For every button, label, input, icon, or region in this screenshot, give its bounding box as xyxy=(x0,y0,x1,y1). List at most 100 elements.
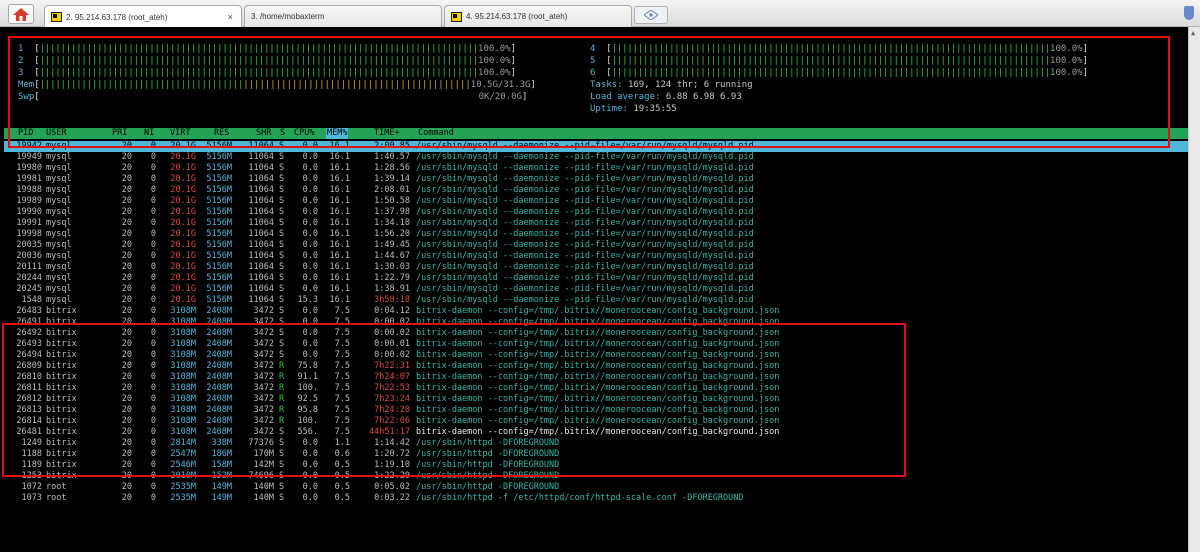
cell-mem: 16.1 xyxy=(329,262,350,272)
cell-user: mysql xyxy=(46,207,72,217)
cell-ni: 0 xyxy=(150,262,156,272)
cell-user: mysql xyxy=(46,229,72,239)
close-icon[interactable]: × xyxy=(228,12,233,22)
cell-virt: 3108M xyxy=(170,306,196,316)
cell-pid: 19988 xyxy=(16,185,42,195)
table-row[interactable]: 20244 mysql 20 0 20.1G 5156M 11064 S 0.0 16.1 1:22… xyxy=(4,273,1188,284)
cell-cmd: /usr/sbin/mysqld --daemonize --pid-file=… xyxy=(416,229,754,239)
cell-cpu: 0.0 xyxy=(302,262,318,272)
cell-ni: 0 xyxy=(150,229,156,239)
cell-cmd: /usr/sbin/mysqld --daemonize --pid-file=… xyxy=(416,262,754,272)
cell-cpu: 0.0 xyxy=(302,174,318,184)
table-row[interactable]: 20036 mysql 20 0 20.1G 5156M 11064 S 0.0 16.1 1:44… xyxy=(4,251,1188,262)
cell-s: S xyxy=(279,163,285,173)
cell-ni: 0 xyxy=(150,306,156,316)
cell-shr: 11064 xyxy=(248,185,274,195)
cell-pid: 1073 xyxy=(21,493,42,503)
cell-pri: 20 xyxy=(121,273,132,283)
new-tab-button[interactable] xyxy=(634,6,668,24)
cell-virt: 20.1G xyxy=(170,174,196,184)
cell-user: mysql xyxy=(46,174,72,184)
cell-time: 1:40.57 xyxy=(374,152,410,162)
cell-time: 1:30.03 xyxy=(374,262,410,272)
cell-cmd: /usr/sbin/mysqld --daemonize --pid-file=… xyxy=(416,185,754,195)
cell-pri: 20 xyxy=(121,284,132,294)
terminal-scrollbar[interactable]: ▲ xyxy=(1188,27,1200,552)
table-row[interactable]: 20111 mysql 20 0 20.1G 5156M 11064 S 0.0 16.1 1:30… xyxy=(4,262,1188,273)
cell-pid: 19949 xyxy=(16,152,42,162)
scroll-up-icon[interactable]: ▲ xyxy=(1191,29,1195,37)
table-row[interactable]: 19990 mysql 20 0 20.1G 5156M 11064 S 0.0 16.1 1:37… xyxy=(4,207,1188,218)
cell-virt: 20.1G xyxy=(170,218,196,228)
cell-mem: 16.1 xyxy=(329,218,350,228)
cell-s: S xyxy=(279,174,285,184)
pin-icon[interactable] xyxy=(1184,6,1194,20)
table-row[interactable]: 1072 root 20 0 2535M 149M 140M S 0.0 0.5 0:05.02/u… xyxy=(4,482,1188,493)
table-row[interactable]: 1548 mysql 20 0 20.1G 5156M 11064 S 15.3 16.1 3h58… xyxy=(4,295,1188,306)
cell-cmd: /usr/sbin/mysqld --daemonize --pid-file=… xyxy=(416,174,754,184)
cell-shr: 11064 xyxy=(248,251,274,261)
cell-time: 1:56.20 xyxy=(374,229,410,239)
table-row[interactable]: 1073 root 20 0 2535M 149M 140M S 0.0 0.5 0:03.22/u… xyxy=(4,493,1188,504)
cell-shr: 11064 xyxy=(248,229,274,239)
cell-res: 5156M xyxy=(206,295,232,305)
cell-ni: 0 xyxy=(150,251,156,261)
tab-session-4[interactable]: 4. 95.214.63.178 (root_ateh) xyxy=(444,5,632,27)
table-row[interactable]: 19988 mysql 20 0 20.1G 5156M 11064 S 0.0 16.1 2:08… xyxy=(4,185,1188,196)
cell-mem: 16.1 xyxy=(329,196,350,206)
cell-res: 5156M xyxy=(206,262,232,272)
cell-user: mysql xyxy=(46,240,72,250)
cell-user: mysql xyxy=(46,262,72,272)
table-row[interactable]: 19981 mysql 20 0 20.1G 5156M 11064 S 0.0 16.1 1:39… xyxy=(4,174,1188,185)
cell-cpu: 0.0 xyxy=(302,163,318,173)
table-row[interactable]: 20245 mysql 20 0 20.1G 5156M 11064 S 0.0 16.1 1:38… xyxy=(4,284,1188,295)
cell-virt: 20.1G xyxy=(170,262,196,272)
tab-session-2[interactable]: 2. 95.214.63.178 (root_ateh) × xyxy=(44,5,242,28)
cell-res: 5156M xyxy=(206,207,232,217)
cell-shr: 11064 xyxy=(248,284,274,294)
cell-virt: 20.1G xyxy=(170,196,196,206)
cell-virt: 20.1G xyxy=(170,284,196,294)
cell-pid: 19980 xyxy=(16,163,42,173)
cell-pid: 19989 xyxy=(16,196,42,206)
cell-pri: 20 xyxy=(121,218,132,228)
cell-s: S xyxy=(279,229,285,239)
cell-s: S xyxy=(279,218,285,228)
cell-s: S xyxy=(279,240,285,250)
cell-pri: 20 xyxy=(121,482,132,492)
table-row[interactable]: 19998 mysql 20 0 20.1G 5156M 11064 S 0.0 16.1 1:56… xyxy=(4,229,1188,240)
tab-session-3[interactable]: 3. /home/mobaxterm xyxy=(244,5,442,43)
cell-cmd: /usr/sbin/mysqld --daemonize --pid-file=… xyxy=(416,240,754,250)
cell-res: 2408M xyxy=(206,306,232,316)
table-row[interactable]: 19991 mysql 20 0 20.1G 5156M 11064 S 0.0 16.1 1:34… xyxy=(4,218,1188,229)
cell-s: S xyxy=(279,295,285,305)
cell-cmd: /usr/sbin/mysqld --daemonize --pid-file=… xyxy=(416,273,754,283)
cell-time: 1:22.79 xyxy=(374,273,410,283)
table-row[interactable]: 19989 mysql 20 0 20.1G 5156M 11064 S 0.0 16.1 1:50… xyxy=(4,196,1188,207)
cell-cpu: 0.0 xyxy=(302,240,318,250)
table-row[interactable]: 19980 mysql 20 0 20.1G 5156M 11064 S 0.0 16.1 1:28… xyxy=(4,163,1188,174)
cell-res: 5156M xyxy=(206,185,232,195)
cell-ni: 0 xyxy=(150,482,156,492)
table-row[interactable]: 26483 bitrix 20 0 3108M 2408M 3472 S 0.0 7.5 0:04.… xyxy=(4,306,1188,317)
cell-s: S xyxy=(279,284,285,294)
table-row[interactable]: 20035 mysql 20 0 20.1G 5156M 11064 S 0.0 16.1 1:49… xyxy=(4,240,1188,251)
table-row[interactable]: 19949 mysql 20 0 20.1G 5156M 11064 S 0.0 16.1 1:40… xyxy=(4,152,1188,163)
cell-user: mysql xyxy=(46,295,72,305)
tab-bar: 2. 95.214.63.178 (root_ateh) × 3. /home/… xyxy=(0,0,1200,43)
home-button[interactable] xyxy=(8,4,34,24)
new-tab-icon xyxy=(644,10,658,20)
cell-pid: 1548 xyxy=(21,295,42,305)
cell-user: mysql xyxy=(46,251,72,261)
cell-user: mysql xyxy=(46,284,72,294)
cell-res: 149M xyxy=(211,482,232,492)
cell-res: 5156M xyxy=(206,152,232,162)
tab-label: 2. 95.214.63.178 (root_ateh) xyxy=(66,12,168,22)
cell-res: 5156M xyxy=(206,229,232,239)
cell-s: S xyxy=(279,196,285,206)
cell-user: mysql xyxy=(46,196,72,206)
cell-virt: 20.1G xyxy=(170,185,196,195)
cell-time: 1:39.14 xyxy=(374,174,410,184)
cell-s: S xyxy=(279,273,285,283)
cell-mem: 16.1 xyxy=(329,295,350,305)
